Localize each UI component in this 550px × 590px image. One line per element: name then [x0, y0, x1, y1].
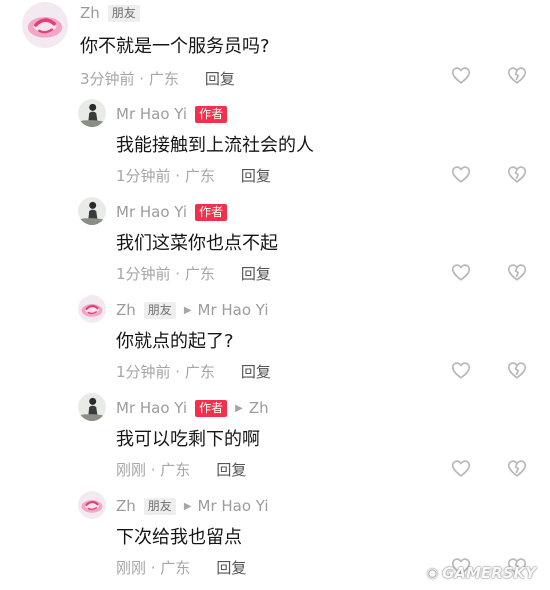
avatar[interactable] [78, 295, 106, 323]
comment-footer: 1分钟前 · 广东 回复 [116, 165, 271, 186]
reply-to-username[interactable]: Zh [249, 399, 269, 417]
username[interactable]: Mr Hao Yi [116, 105, 187, 123]
comment-footer: 3分钟前 · 广东 回复 [80, 68, 235, 89]
comment-item: Mr Hao Yi 作者 我能接触到上流社会的人 1分钟前 · 广东 回复 [0, 99, 550, 191]
reply-button[interactable]: 回复 [241, 165, 271, 186]
reply-button[interactable]: 回复 [241, 361, 271, 382]
comment-footer: 刚刚 · 广东 回复 [116, 557, 246, 578]
reply-arrow-icon: ▶ [183, 500, 192, 512]
avatar[interactable] [78, 491, 106, 519]
comment-text: 我们这菜你也点不起 [116, 233, 278, 254]
comment-footer: 1分钟前 · 广东 回复 [116, 361, 271, 382]
reply-to-username[interactable]: Mr Hao Yi [198, 497, 269, 515]
broken-heart-icon[interactable] [506, 163, 528, 185]
username[interactable]: Zh [80, 4, 100, 22]
comment-text: 下次给我也留点 [116, 527, 242, 548]
reply-button[interactable]: 回复 [241, 263, 271, 284]
weibo-icon: ◉ [426, 565, 439, 581]
comment-actions [450, 64, 528, 86]
comment-item: Zh 朋友 ▶ Mr Hao Yi 你就点的起了? 1分钟前 · 广东 回复 [0, 295, 550, 387]
comment-footer: 刚刚 · 广东 回复 [116, 459, 246, 480]
comment-item: Zh 朋友 你不就是一个服务员吗? 3分钟前 · 广东 回复 [0, 2, 550, 88]
comment-footer: 1分钟前 · 广东 回复 [116, 263, 271, 284]
reply-to-username[interactable]: Mr Hao Yi [198, 301, 269, 319]
broken-heart-icon[interactable] [506, 64, 528, 86]
username[interactable]: Zh [116, 497, 136, 515]
comment-text: 你就点的起了? [116, 331, 234, 352]
username[interactable]: Zh [116, 301, 136, 319]
avatar[interactable] [22, 2, 68, 48]
comment-meta: Mr Hao Yi 作者 ▶ Zh [116, 397, 269, 419]
comment-text: 我能接触到上流社会的人 [116, 135, 314, 156]
comment-actions [450, 163, 528, 185]
comment-time: 刚刚 · 广东 [116, 461, 191, 479]
comment-item: Mr Hao Yi 作者 ▶ Zh 我可以吃剩下的啊 刚刚 · 广东 回复 [0, 393, 550, 485]
comment-time: 刚刚 · 广东 [116, 559, 191, 577]
friend-tag: 朋友 [143, 497, 176, 515]
comment-actions [450, 261, 528, 283]
username[interactable]: Mr Hao Yi [116, 203, 187, 221]
comment-meta: Zh 朋友 [80, 2, 140, 24]
heart-outline-icon[interactable] [450, 261, 472, 283]
comment-meta: Zh 朋友 ▶ Mr Hao Yi [116, 495, 269, 517]
comment-time: 1分钟前 · 广东 [116, 167, 215, 185]
avatar[interactable] [78, 99, 106, 127]
username[interactable]: Mr Hao Yi [116, 399, 187, 417]
reply-button[interactable]: 回复 [205, 68, 235, 89]
comment-actions [450, 457, 528, 479]
heart-outline-icon[interactable] [450, 359, 472, 381]
watermark-text: GAMERSKY [442, 564, 536, 582]
heart-outline-icon[interactable] [450, 64, 472, 86]
comment-meta: Mr Hao Yi 作者 [116, 201, 228, 223]
comment-time: 1分钟前 · 广东 [116, 363, 215, 381]
reply-button[interactable]: 回复 [216, 557, 246, 578]
watermark: ◉ GAMERSKY [427, 564, 536, 582]
comment-time: 1分钟前 · 广东 [116, 265, 215, 283]
author-tag: 作者 [195, 105, 228, 123]
author-tag: 作者 [195, 399, 228, 417]
comment-meta: Mr Hao Yi 作者 [116, 103, 228, 125]
reply-arrow-icon: ▶ [183, 304, 192, 316]
reply-button[interactable]: 回复 [216, 459, 246, 480]
comment-item: Mr Hao Yi 作者 我们这菜你也点不起 1分钟前 · 广东 回复 [0, 197, 550, 289]
heart-outline-icon[interactable] [450, 163, 472, 185]
reply-arrow-icon: ▶ [235, 402, 243, 414]
comment-actions [450, 359, 528, 381]
broken-heart-icon[interactable] [506, 261, 528, 283]
comment-meta: Zh 朋友 ▶ Mr Hao Yi [116, 299, 269, 321]
broken-heart-icon[interactable] [506, 457, 528, 479]
author-tag: 作者 [195, 203, 228, 221]
broken-heart-icon[interactable] [506, 359, 528, 381]
heart-outline-icon[interactable] [450, 457, 472, 479]
avatar[interactable] [78, 197, 106, 225]
avatar[interactable] [78, 393, 106, 421]
comment-time: 3分钟前 · 广东 [80, 70, 179, 88]
comment-text: 我可以吃剩下的啊 [116, 429, 260, 450]
friend-tag: 朋友 [143, 301, 176, 319]
friend-tag: 朋友 [107, 4, 140, 22]
comment-text: 你不就是一个服务员吗? [80, 36, 270, 57]
